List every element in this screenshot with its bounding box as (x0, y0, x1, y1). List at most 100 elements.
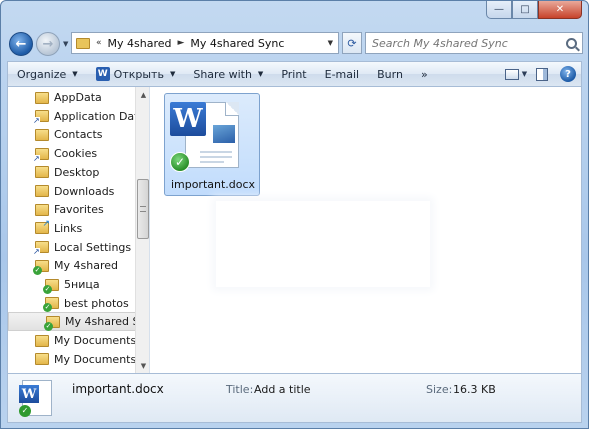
sidebar-item-links[interactable]: Links (8, 219, 138, 238)
scroll-up-arrow-icon[interactable]: ▲ (136, 87, 149, 102)
text-line (200, 151, 232, 153)
scroll-down-arrow-icon[interactable]: ▼ (136, 358, 149, 373)
address-overflow-chevron[interactable]: « (96, 38, 102, 48)
scrollbar-thumb[interactable] (137, 179, 149, 239)
open-label: Открыть (113, 67, 164, 81)
sidebar-item-label: best photos (64, 296, 129, 310)
sidebar-item-label: My Documents (54, 334, 137, 348)
open-button[interactable]: W Открыть ▼ (87, 62, 185, 86)
sidebar-item-5ница[interactable]: 5ница (8, 275, 138, 294)
sidebar-item-label: Contacts (54, 128, 103, 142)
size-value: 16.3 KB (453, 383, 496, 396)
sidebar-item-my-documents[interactable]: My Documents (8, 350, 138, 369)
print-button[interactable]: Print (272, 62, 315, 86)
sync-check-icon: ✓ (19, 405, 31, 417)
sidebar-item-appdata[interactable]: AppData (8, 88, 138, 107)
search-box[interactable] (365, 32, 583, 54)
folder-icon (35, 203, 49, 216)
sidebar-item-local-settings[interactable]: Local Settings (8, 238, 138, 257)
chevron-down-icon: ▼ (72, 70, 78, 78)
burn-button[interactable]: Burn (368, 62, 412, 86)
sidebar-item-cookies[interactable]: Cookies (8, 144, 138, 163)
chevron-down-icon: ▼ (169, 70, 176, 78)
folder-icon (76, 37, 90, 49)
recent-pages-dropdown[interactable]: ▼ (63, 40, 68, 48)
word-icon: W (19, 385, 39, 403)
view-icon (504, 68, 519, 80)
address-dropdown-arrow[interactable]: ▼ (328, 39, 333, 47)
shortcut-folder-icon (33, 241, 49, 257)
sidebar-item-best-photos[interactable]: best photos (8, 294, 138, 313)
title-label: Title: (226, 383, 254, 396)
text-line (200, 161, 224, 163)
sidebar-item-label: Downloads (54, 184, 115, 198)
file-item[interactable]: W ✓ important.docx (164, 93, 260, 196)
file-name: important.docx (170, 178, 256, 191)
links-folder-icon (35, 219, 50, 235)
details-pane: W ✓ important.docx Title: Add a title Si… (7, 373, 582, 423)
folder-icon (35, 128, 49, 141)
sidebar-item-favorites[interactable]: Favorites (8, 200, 138, 219)
details-file-name: important.docx (72, 382, 164, 396)
search-input[interactable] (372, 36, 552, 50)
address-bar[interactable]: « My 4shared ► My 4shared Sync ▼ (71, 32, 339, 54)
title-value[interactable]: Add a title (254, 383, 311, 396)
sidebar-item-label: Desktop (54, 165, 100, 179)
sidebar-item-desktop[interactable]: Desktop (8, 163, 138, 182)
navigation-pane: AppData Application Data Contacts Cookies De… (8, 87, 150, 373)
sidebar-item-label: My Documents (54, 352, 137, 366)
chevron-down-icon: ▼ (521, 70, 528, 78)
sidebar-item-label: Favorites (54, 203, 104, 217)
sidebar-item-label: AppData (54, 91, 102, 104)
sidebar-item-label: Local Settings (54, 240, 132, 254)
sidebar-item-downloads[interactable]: Downloads (8, 182, 138, 201)
forward-button[interactable]: → (36, 32, 60, 56)
file-list-pane[interactable]: W ✓ important.docx (151, 87, 581, 373)
breadcrumb-my-4shared[interactable]: My 4shared (108, 37, 172, 50)
details-file-icon: W ✓ (19, 380, 52, 417)
navigation-bar: ← → ▼ « My 4shared ► My 4shared Sync ▼ ⟳ (7, 29, 583, 57)
explorer-window: — □ ✕ ← → ▼ « My 4shared ► My 4shared Sy… (0, 0, 589, 429)
blank-region (216, 201, 430, 287)
sync-folder-icon (43, 278, 59, 294)
close-button[interactable]: ✕ (538, 1, 582, 19)
search-icon[interactable] (566, 37, 577, 49)
sidebar-item-contacts[interactable]: Contacts (8, 125, 138, 144)
sidebar-item-my-documents[interactable]: My Documents (8, 331, 138, 350)
help-icon: ? (560, 66, 576, 82)
folder-icon (35, 185, 49, 197)
sidebar-item-label: Cookies (54, 147, 98, 161)
navigation-scrollbar[interactable]: ▲ ▼ (135, 87, 149, 373)
more-commands-button[interactable]: » (412, 62, 437, 86)
sidebar-item-label: Application Data (54, 109, 146, 123)
text-line (200, 156, 232, 158)
chevron-down-icon: ▼ (257, 70, 264, 78)
command-bar: Organize ▼ W Открыть ▼ Share with ▼ Print E… (7, 61, 582, 87)
back-button[interactable]: ← (9, 32, 33, 56)
preview-pane-button[interactable] (529, 63, 555, 85)
sync-folder-icon (43, 297, 59, 313)
refresh-button[interactable]: ⟳ (342, 32, 362, 54)
folder-icon (35, 334, 49, 347)
page-fold (225, 102, 239, 116)
caption-buttons: — □ ✕ (486, 1, 582, 19)
organize-button[interactable]: Organize ▼ (8, 62, 87, 86)
sidebar-item-my-4shared[interactable]: My 4shared (8, 256, 138, 275)
back-forward-group: ← → ▼ (9, 31, 68, 57)
grip-icon (140, 206, 146, 212)
breadcrumb-separator[interactable]: ► (178, 38, 185, 48)
minimize-button[interactable]: — (486, 1, 512, 19)
sidebar-item-my-4shared-sync[interactable]: My 4shared Sync (8, 312, 149, 332)
sidebar-item-label: 5ница (64, 278, 100, 291)
organize-label: Organize (17, 67, 67, 81)
maximize-button[interactable]: □ (512, 1, 538, 19)
breadcrumb-my-4shared-sync[interactable]: My 4shared Sync (190, 37, 284, 50)
help-button[interactable]: ? (555, 63, 581, 85)
shortcut-folder-icon (33, 147, 49, 163)
change-view-button[interactable]: ▼ (503, 63, 529, 85)
share-with-label: Share with (193, 67, 252, 81)
sidebar-item-label: My 4shared (54, 259, 118, 273)
share-with-button[interactable]: Share with ▼ (184, 62, 272, 86)
sidebar-item-application-data[interactable]: Application Data (8, 107, 145, 126)
email-button[interactable]: E-mail (316, 62, 369, 86)
